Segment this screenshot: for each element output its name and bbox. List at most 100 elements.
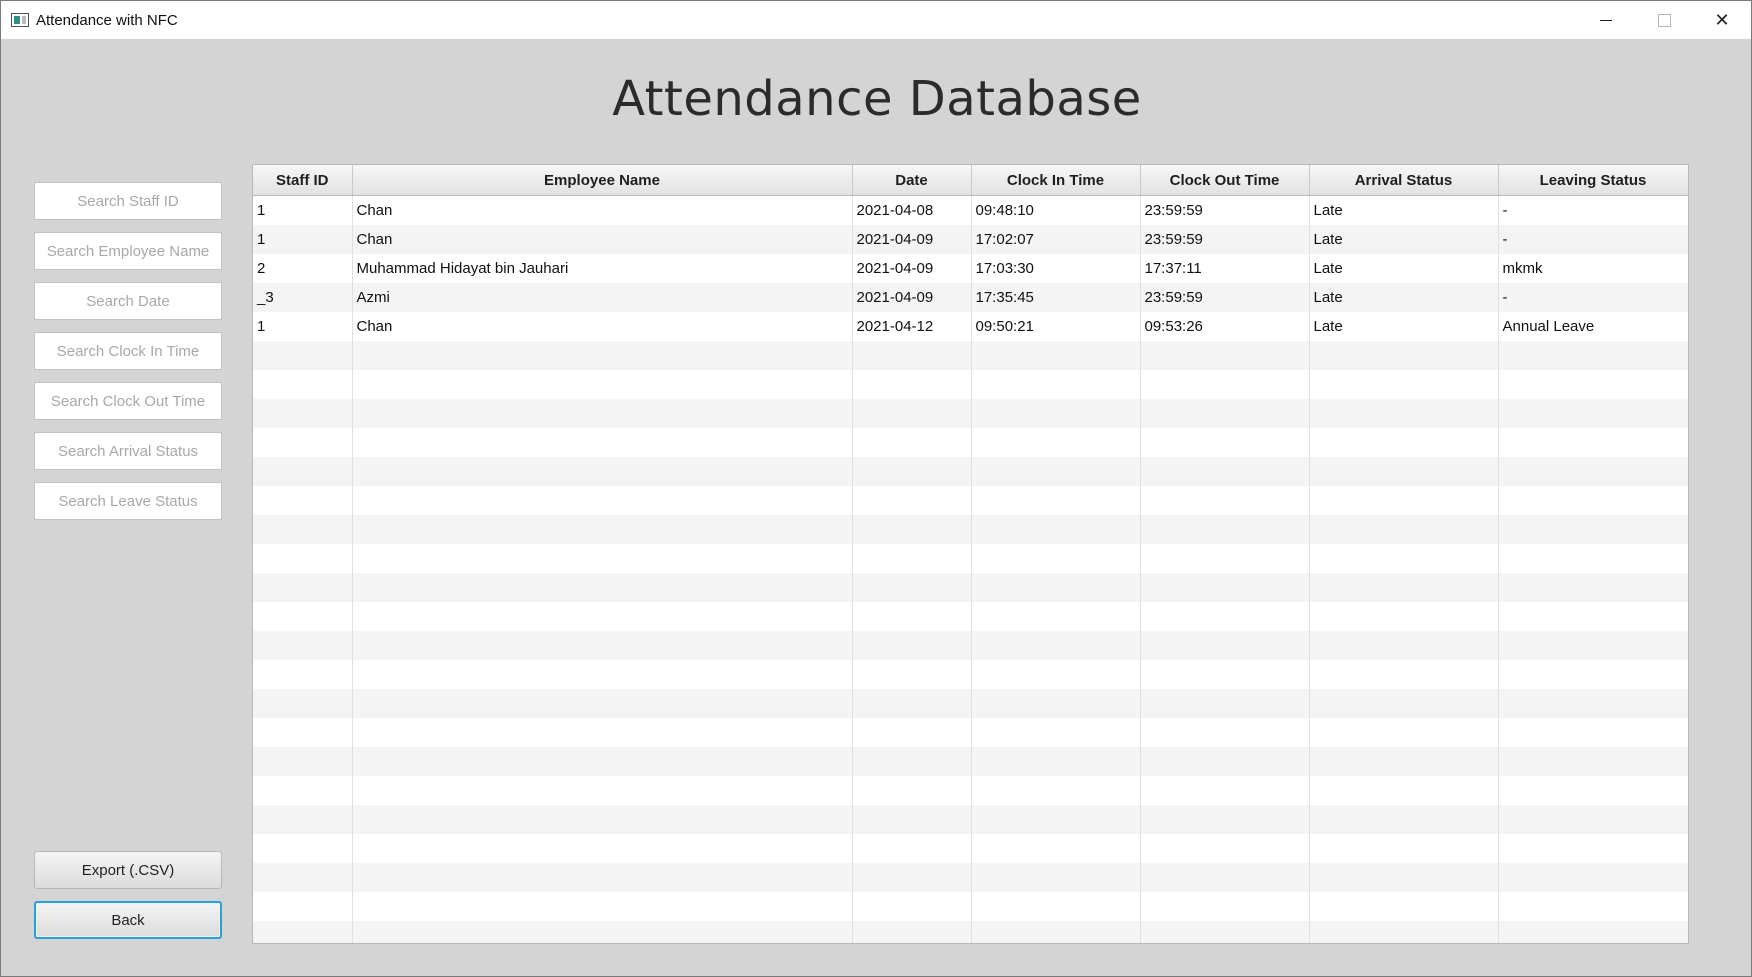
cell-staff-id: 2 — [253, 254, 353, 283]
column-header-arrival-status[interactable]: Arrival Status — [1309, 165, 1499, 196]
cell-clock-out-time: 23:59:59 — [1140, 225, 1310, 254]
search-leave-status-input[interactable] — [34, 482, 222, 520]
empty-cell — [1498, 399, 1688, 428]
empty-table-row — [253, 544, 1688, 573]
empty-cell — [852, 573, 972, 602]
empty-cell — [1309, 457, 1499, 486]
cell-employee-name: Chan — [352, 195, 853, 225]
empty-cell — [352, 544, 853, 573]
search-clock-out-input[interactable] — [34, 382, 222, 420]
empty-cell — [852, 689, 972, 718]
empty-table-row — [253, 805, 1688, 834]
empty-cell — [1140, 892, 1310, 921]
column-header-date[interactable]: Date — [852, 165, 972, 196]
empty-cell — [1498, 718, 1688, 747]
search-employee-name-input[interactable] — [34, 232, 222, 270]
search-arrival-status-input[interactable] — [34, 432, 222, 470]
empty-cell — [1498, 370, 1688, 399]
empty-cell — [1309, 399, 1499, 428]
empty-cell — [971, 602, 1141, 631]
empty-cell — [1498, 660, 1688, 689]
empty-cell — [1140, 660, 1310, 689]
cell-date: 2021-04-08 — [852, 195, 972, 225]
app-window: Attendance with NFC ✕ Attendance Databas… — [0, 0, 1752, 977]
cell-clock-out-time: 23:59:59 — [1140, 283, 1310, 312]
empty-cell — [1309, 689, 1499, 718]
empty-cell — [1309, 834, 1499, 863]
empty-cell — [1309, 660, 1499, 689]
minimize-button[interactable] — [1577, 1, 1635, 39]
empty-cell — [253, 921, 353, 943]
empty-cell — [971, 573, 1141, 602]
empty-cell — [253, 428, 353, 457]
empty-table-row — [253, 515, 1688, 544]
search-staff-id-input[interactable] — [34, 182, 222, 220]
empty-table-row — [253, 573, 1688, 602]
cell-arrival-status: Late — [1309, 254, 1499, 283]
empty-cell — [1498, 515, 1688, 544]
empty-cell — [1140, 341, 1310, 370]
column-header-clock-out-time[interactable]: Clock Out Time — [1140, 165, 1310, 196]
empty-cell — [352, 486, 853, 515]
empty-cell — [1309, 341, 1499, 370]
empty-cell — [852, 515, 972, 544]
empty-cell — [1498, 805, 1688, 834]
empty-cell — [352, 805, 853, 834]
empty-cell — [852, 921, 972, 943]
close-button[interactable]: ✕ — [1693, 1, 1751, 39]
search-clock-in-input[interactable] — [34, 332, 222, 370]
empty-cell — [1498, 631, 1688, 660]
column-header-clock-in-time[interactable]: Clock In Time — [971, 165, 1141, 196]
empty-cell — [852, 805, 972, 834]
cell-clock-in-time: 09:48:10 — [971, 195, 1141, 225]
empty-cell — [1498, 834, 1688, 863]
empty-table-row — [253, 370, 1688, 399]
table-row[interactable]: 2 Muhammad Hidayat bin Jauhari 2021-04-0… — [253, 254, 1688, 283]
column-header-leaving-status[interactable]: Leaving Status — [1498, 165, 1688, 196]
table-row[interactable]: _3 Azmi 2021-04-09 17:35:45 23:59:59 Lat… — [253, 283, 1688, 312]
empty-cell — [971, 660, 1141, 689]
empty-cell — [352, 370, 853, 399]
search-date-input[interactable] — [34, 282, 222, 320]
title-bar: Attendance with NFC ✕ — [1, 1, 1751, 39]
column-header-staff-id[interactable]: Staff ID — [253, 165, 353, 196]
cell-leaving-status: Annual Leave — [1498, 312, 1688, 341]
cell-employee-name: Azmi — [352, 283, 853, 312]
export-csv-button[interactable]: Export (.CSV) — [34, 851, 222, 889]
empty-cell — [1498, 892, 1688, 921]
column-header-employee-name[interactable]: Employee Name — [352, 165, 853, 196]
empty-cell — [352, 660, 853, 689]
empty-cell — [253, 863, 353, 892]
cell-leaving-status: - — [1498, 283, 1688, 312]
empty-cell — [253, 805, 353, 834]
table-header-row: Staff ID Employee Name Date Clock In Tim… — [253, 165, 1688, 196]
empty-cell — [971, 341, 1141, 370]
empty-cell — [352, 341, 853, 370]
cell-clock-out-time: 09:53:26 — [1140, 312, 1310, 341]
cell-date: 2021-04-09 — [852, 254, 972, 283]
window-title: Attendance with NFC — [36, 11, 178, 29]
cell-staff-id: _3 — [253, 283, 353, 312]
empty-cell — [352, 428, 853, 457]
back-button[interactable]: Back — [34, 901, 222, 939]
cell-arrival-status: Late — [1309, 283, 1499, 312]
table-body: 1 Chan 2021-04-08 09:48:10 23:59:59 Late… — [253, 195, 1688, 943]
maximize-button[interactable] — [1635, 1, 1693, 39]
empty-cell — [1309, 776, 1499, 805]
attendance-table[interactable]: Staff ID Employee Name Date Clock In Tim… — [252, 164, 1689, 944]
table-row[interactable]: 1 Chan 2021-04-09 17:02:07 23:59:59 Late… — [253, 225, 1688, 254]
window-controls: ✕ — [1577, 1, 1751, 39]
maximize-icon — [1657, 13, 1671, 27]
empty-cell — [852, 486, 972, 515]
empty-cell — [253, 370, 353, 399]
table-row[interactable]: 1 Chan 2021-04-08 09:48:10 23:59:59 Late… — [253, 195, 1688, 225]
table-row[interactable]: 1 Chan 2021-04-12 09:50:21 09:53:26 Late… — [253, 312, 1688, 341]
cell-staff-id: 1 — [253, 225, 353, 254]
empty-cell — [1309, 921, 1499, 943]
empty-cell — [971, 689, 1141, 718]
empty-cell — [253, 689, 353, 718]
empty-cell — [253, 573, 353, 602]
empty-cell — [1140, 921, 1310, 943]
empty-cell — [1140, 863, 1310, 892]
empty-cell — [352, 892, 853, 921]
